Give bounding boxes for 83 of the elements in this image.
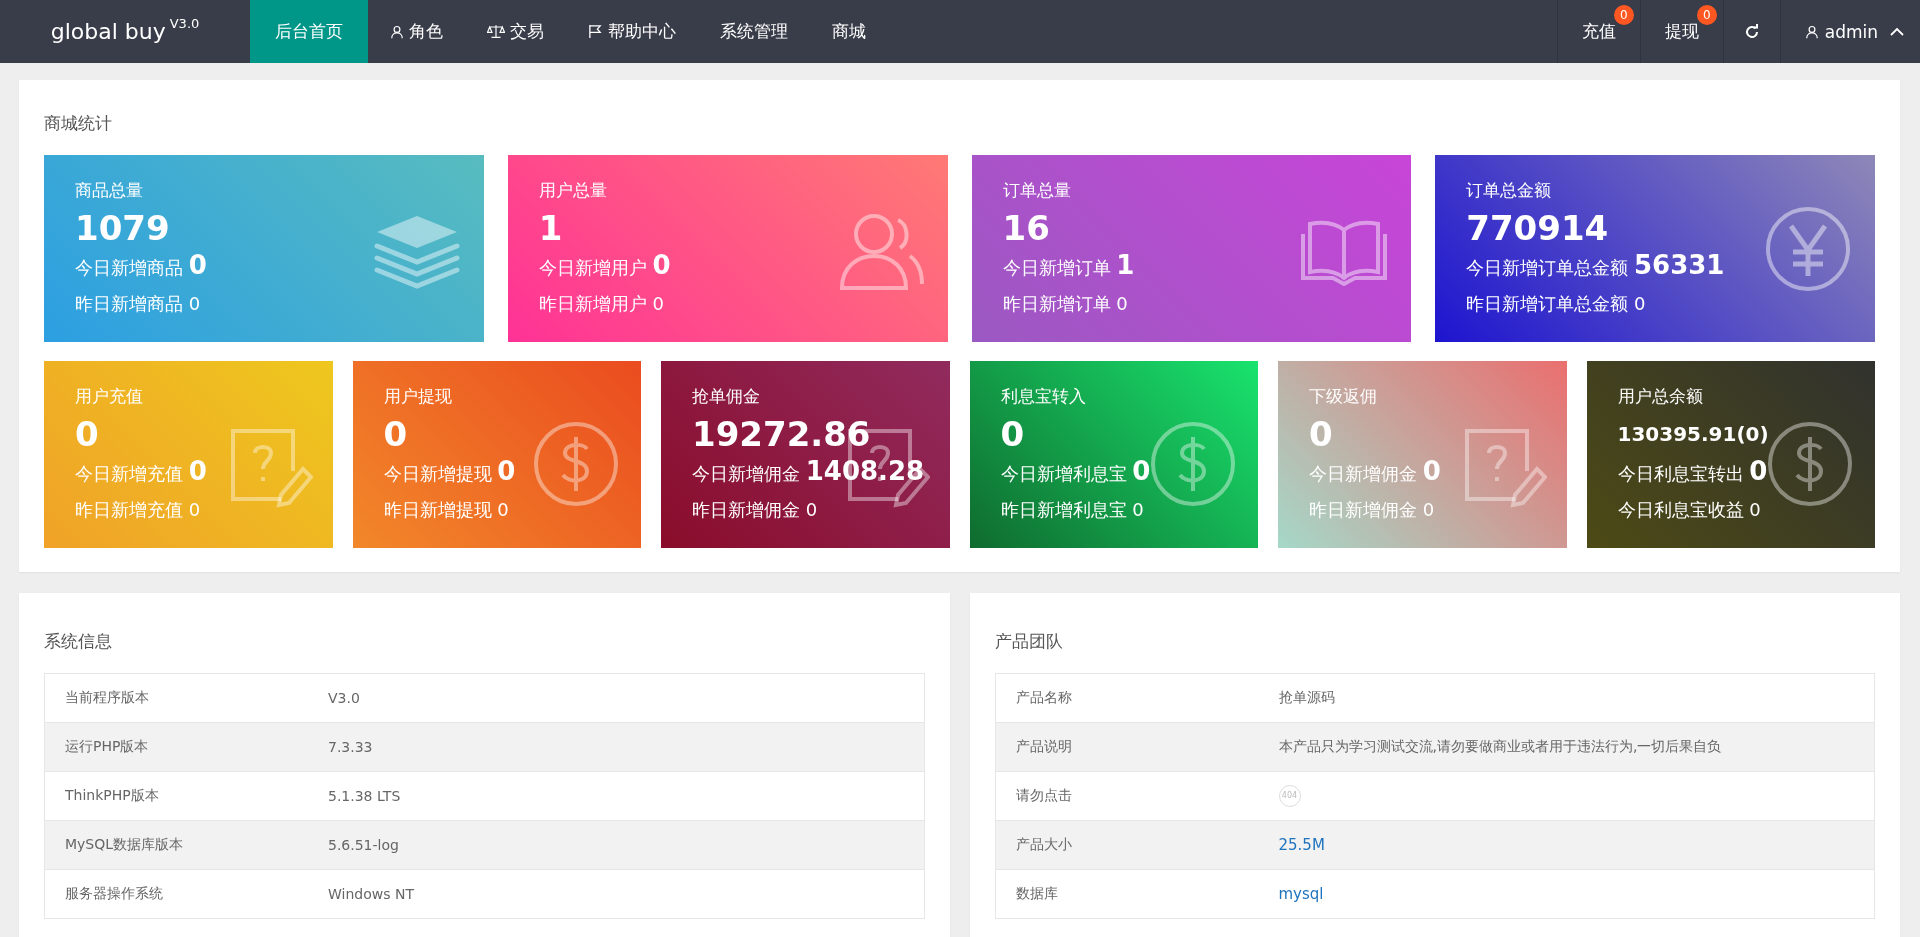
- card-value: 770914: [1466, 207, 1610, 250]
- today-stat: 今日新增提现 0: [383, 456, 516, 488]
- table-cell: 5.1.38 LTS: [328, 788, 401, 804]
- yesterday-stat: 昨日新增充值 0: [75, 498, 202, 522]
- table-cell: 本产品只为学习测试交流,请勿要做商业或者用于违法行为,一切后果自负: [1278, 738, 1722, 756]
- today-stat: 今日新增用户 0: [538, 250, 671, 282]
- nav-tab[interactable]: 后台首页: [250, 0, 368, 63]
- dollar-icon: [1148, 419, 1238, 509]
- table-cell-text: 产品名称: [1015, 689, 1073, 707]
- yesterday-stat: 今日利息宝收益 0: [1617, 498, 1762, 522]
- card-value: 16: [1002, 207, 1051, 250]
- user-icon: [390, 24, 404, 39]
- card-value: 1: [538, 207, 564, 250]
- dollar-icon: [531, 419, 621, 509]
- today-stat: 今日新增订单总金额 56331: [1466, 250, 1725, 282]
- today-stat: 今日新增充值 0: [75, 456, 207, 488]
- today-stat: 今日新增商品 0: [75, 250, 207, 282]
- yesterday-stat: 昨日新增佣金 0: [1309, 498, 1436, 522]
- yesterday-stat: 昨日新增订单总金额 0: [1466, 292, 1647, 316]
- table-link[interactable]: 25.5M: [1278, 836, 1325, 854]
- panel-title: 系统信息: [44, 630, 113, 653]
- nav-tab[interactable]: 帮助中心: [566, 0, 698, 63]
- dollar-icon: [1765, 419, 1855, 509]
- card-value: 0: [383, 413, 409, 456]
- table-cell-text: 产品大小: [1015, 836, 1073, 854]
- table-cell-text: 产品说明: [1015, 738, 1073, 756]
- flag-icon: [588, 24, 603, 39]
- user-icon: [1804, 24, 1819, 39]
- panel-title: 产品团队: [994, 630, 1064, 653]
- table-cell-text: MySQL数据库版本: [65, 836, 185, 854]
- table-cell: 7.3.33: [328, 739, 373, 755]
- header-action[interactable]: 充值 0: [1556, 0, 1640, 63]
- table-cell-text: 当前程序版本: [65, 689, 150, 707]
- table-cell-text: 服务器操作系统: [65, 885, 164, 903]
- card-title: 下级返佣: [1309, 385, 1378, 408]
- card-title: 用户充值: [75, 385, 144, 408]
- table-cell: V3.0: [328, 690, 360, 706]
- table-cell-text: 请勿点击: [1015, 787, 1073, 805]
- yesterday-stat: 昨日新增利息宝 0: [1000, 498, 1145, 522]
- yesterday-stat: 昨日新增用户 0: [538, 292, 665, 316]
- today-stat: 今日新增佣金 1408.28: [692, 456, 925, 488]
- panel-title: 商城统计: [44, 112, 113, 135]
- yesterday-stat: 昨日新增佣金 0: [692, 498, 819, 522]
- yesterday-stat: 昨日新增订单 0: [1002, 292, 1129, 316]
- card-value: 0: [1000, 413, 1026, 456]
- table-cell: 5.6.51-log: [328, 837, 399, 853]
- logo[interactable]: global buy $^{V3.0}$: [0, 0, 250, 63]
- today-stat: 今日利息宝转出 0: [1617, 456, 1769, 488]
- card-value: 1079: [75, 207, 171, 250]
- table-cell: Windows NT: [328, 886, 414, 902]
- today-stat: 今日新增利息宝 0: [1000, 456, 1151, 488]
- count-badge: 0: [1696, 5, 1717, 25]
- card-title: 商品总量: [75, 179, 144, 202]
- card-title: 抢单佣金: [692, 385, 761, 408]
- count-badge: 0: [1613, 5, 1634, 25]
- card-title: 用户总余额: [1617, 385, 1704, 408]
- table-cell-text: 数据库: [1015, 885, 1059, 903]
- yesterday-stat: 昨日新增商品 0: [75, 292, 202, 316]
- yesterday-stat: 昨日新增提现 0: [383, 498, 510, 522]
- card-value: 130395.91(0): [1617, 421, 1769, 448]
- refresh-icon: [1743, 23, 1760, 40]
- card-title: 订单总量: [1002, 179, 1072, 202]
- table-cell: 抢单源码: [1278, 689, 1335, 707]
- card-title: 利息宝转入: [1000, 385, 1087, 408]
- table-link[interactable]: mysql: [1278, 885, 1324, 903]
- card-value: 0: [75, 413, 100, 456]
- card-value: 0: [1309, 413, 1334, 456]
- scale-icon: [487, 24, 505, 39]
- header-action[interactable]: 提现 0: [1639, 0, 1723, 63]
- card-title: 订单总金额: [1466, 179, 1553, 202]
- card-title: 用户总量: [538, 179, 608, 202]
- nav-tab[interactable]: 交易: [465, 0, 566, 63]
- table-cell-text: ThinkPHP版本: [65, 787, 160, 805]
- caret-icon: [1890, 27, 1904, 36]
- table-cell-text: 运行PHP版本: [65, 738, 150, 756]
- user-menu[interactable]: admin: [1779, 0, 1920, 63]
- nav-tab[interactable]: 系统管理: [698, 0, 810, 63]
- nav-tab[interactable]: 商城: [810, 0, 888, 63]
- card-title: 用户提现: [383, 385, 453, 408]
- today-stat: 今日新增佣金 0: [1309, 456, 1441, 488]
- nav-tab[interactable]: 角色: [368, 0, 465, 63]
- today-stat: 今日新增订单 1: [1002, 250, 1135, 282]
- card-value: 19272.86: [692, 413, 872, 456]
